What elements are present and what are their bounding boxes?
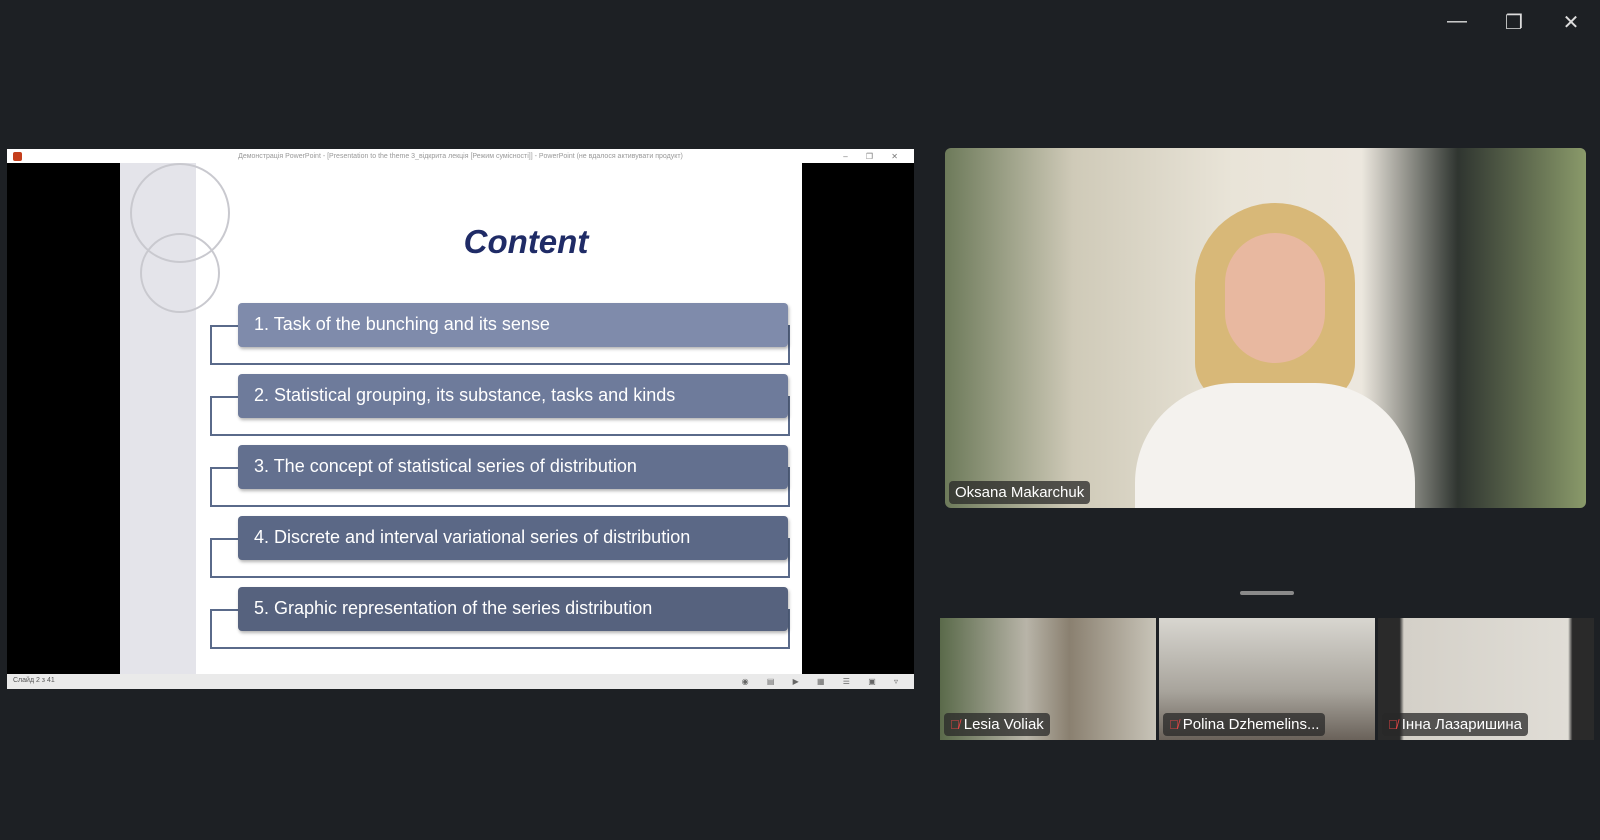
participant-name-tag: 🎙̸ Інна Лазаришина (1382, 713, 1528, 736)
mic-muted-icon: 🎙̸ (1169, 717, 1179, 732)
participant-name: Lesia Voliak (963, 716, 1044, 733)
participant-tile[interactable]: 🎙̸ Інна Лазаришина (1378, 618, 1594, 740)
speaker-figure (1135, 203, 1415, 508)
participant-name: Інна Лазаришина (1401, 716, 1522, 733)
restore-button[interactable]: ❐ (1494, 10, 1534, 35)
view-controls[interactable]: ◉ ▤ ▶ ▦ ☰ ▣ ▿ (742, 677, 906, 686)
item-label: 2. Statistical grouping, its substance, … (238, 374, 788, 418)
item-label: 3. The concept of statistical series of … (238, 445, 788, 489)
slide-title: Content (463, 223, 589, 260)
mic-muted-icon: 🎙̸ (1388, 717, 1398, 732)
slide: Content 1. Task of the bunching and its … (120, 163, 802, 674)
speaker-name-tag: Oksana Makarchuk (949, 481, 1091, 504)
participant-tile[interactable]: 🎙̸ Polina Dzhemelins... (1159, 618, 1375, 740)
participant-tile[interactable]: 🎙̸ Lesia Voliak (940, 618, 1156, 740)
item-label: 4. Discrete and interval variational ser… (238, 516, 788, 560)
close-button[interactable]: ✕ (1551, 10, 1591, 35)
resize-handle[interactable] (1240, 591, 1294, 595)
ppt-title-bar: Демонстрація PowerPoint - [Presentation … (7, 149, 914, 163)
content-item: 3. The concept of statistical series of … (210, 445, 790, 507)
ppt-window-title: Демонстрація PowerPoint - [Presentation … (238, 152, 683, 160)
item-label: 1. Task of the bunching and its sense (238, 303, 788, 347)
content-item: 4. Discrete and interval variational ser… (210, 516, 790, 578)
speaker-name: Oksana Makarchuk (955, 484, 1085, 501)
participant-name: Polina Dzhemelins... (1182, 716, 1320, 733)
content-item: 1. Task of the bunching and its sense (210, 303, 790, 365)
participant-name-tag: 🎙̸ Polina Dzhemelins... (1163, 713, 1326, 736)
minimize-button[interactable]: — (1437, 10, 1477, 33)
speaker-video[interactable]: Oksana Makarchuk (945, 148, 1586, 508)
content-item: 2. Statistical grouping, its substance, … (210, 374, 790, 436)
content-item: 5. Graphic representation of the series … (210, 587, 790, 649)
screen-share: Демонстрація PowerPoint - [Presentation … (7, 149, 914, 689)
ppt-status-bar: Слайд 2 з 41 ◉ ▤ ▶ ▦ ☰ ▣ ▿ (7, 674, 914, 689)
mic-muted-icon: 🎙̸ (950, 717, 960, 732)
item-label: 5. Graphic representation of the series … (238, 587, 788, 631)
ppt-window-controls: – ❐ ✕ (843, 151, 906, 161)
participant-name-tag: 🎙̸ Lesia Voliak (944, 713, 1050, 736)
slide-counter: Слайд 2 з 41 (13, 677, 55, 684)
